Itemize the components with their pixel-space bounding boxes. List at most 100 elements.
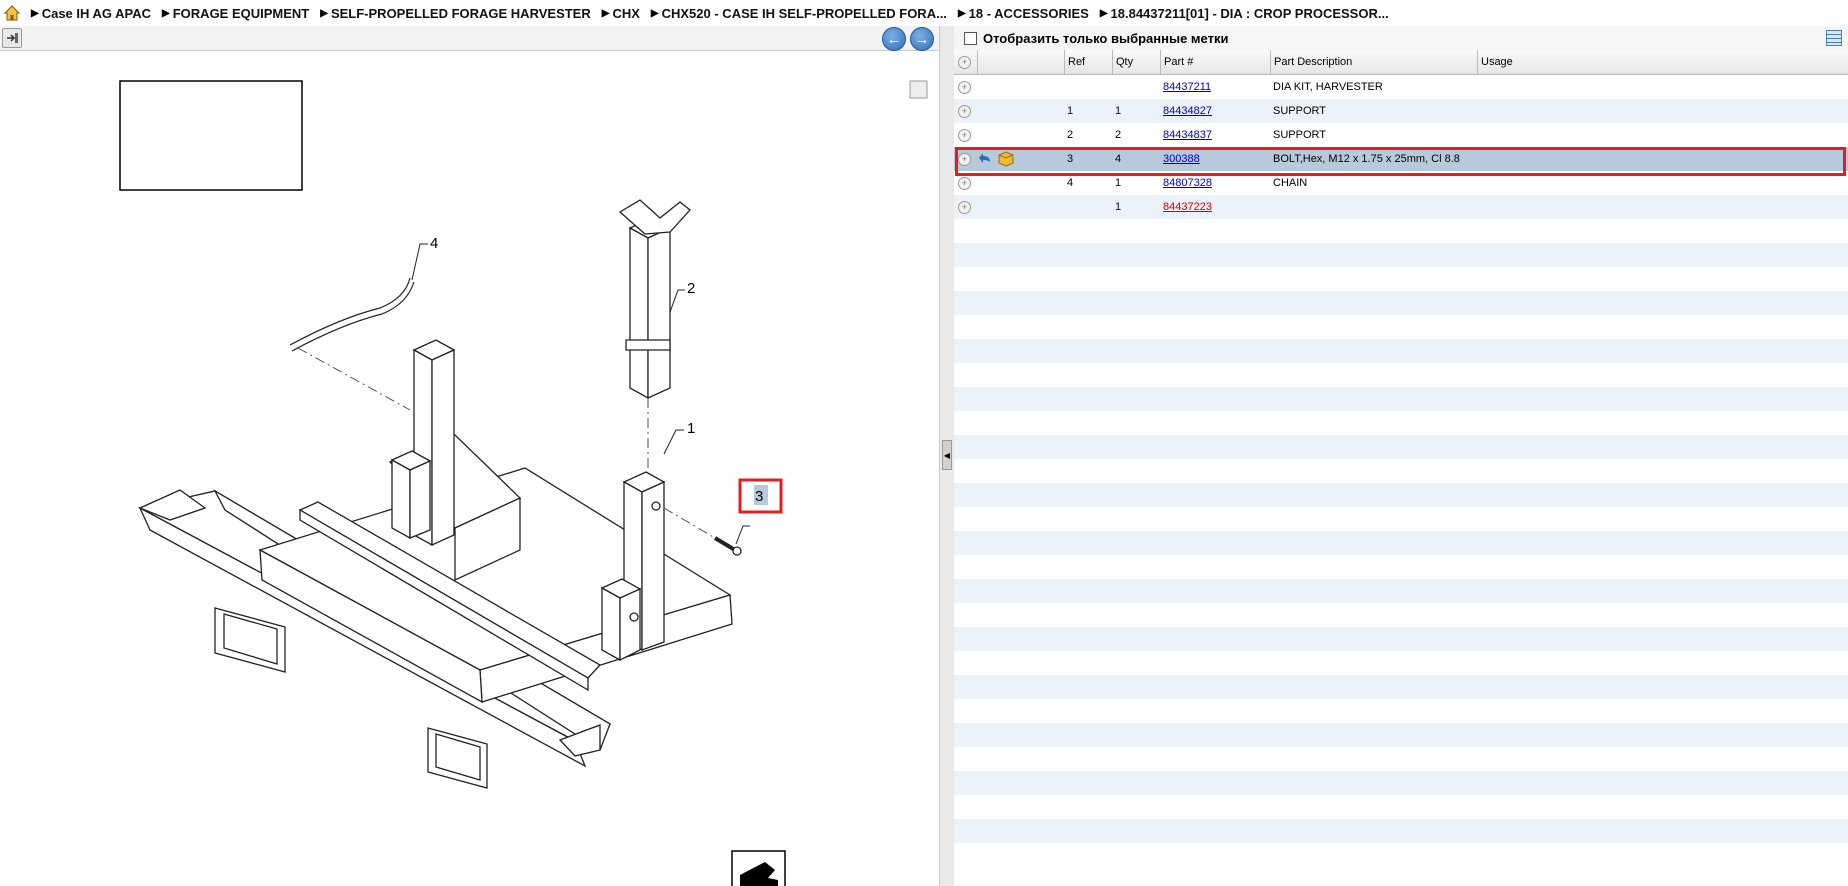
callout-1[interactable]: 1	[687, 420, 695, 437]
table-row[interactable]	[954, 579, 1848, 603]
list-view-icon[interactable]	[1826, 30, 1842, 46]
filter-bar: Отобразить только выбранные метки	[954, 26, 1848, 51]
part-number-link[interactable]: 84437211	[1163, 81, 1211, 93]
breadcrumb-item[interactable]: ▶ Case IH AG APAC	[31, 6, 151, 21]
table-row[interactable]	[954, 411, 1848, 435]
table-row[interactable]	[954, 339, 1848, 363]
thumbnail-frame[interactable]	[119, 80, 303, 191]
next-button[interactable]: →	[910, 27, 934, 51]
table-row[interactable]	[954, 675, 1848, 699]
description-header[interactable]: Part Description	[1270, 50, 1477, 74]
description-cell	[1270, 195, 1477, 219]
table-row[interactable]	[954, 603, 1848, 627]
table-row[interactable]	[954, 363, 1848, 387]
table-row[interactable]	[954, 699, 1848, 723]
qty-cell: 1	[1115, 177, 1122, 189]
part-number-link[interactable]: 84807328	[1163, 177, 1212, 189]
ref-header[interactable]: Ref	[1064, 50, 1112, 74]
select-all-header[interactable]: +	[954, 50, 977, 74]
table-row[interactable]: +1 84437223	[954, 195, 1848, 219]
qty-header[interactable]: Qty	[1112, 50, 1160, 74]
chevron-left-icon: ◀	[943, 450, 951, 460]
fit-button[interactable]	[909, 80, 928, 99]
table-row[interactable]	[954, 627, 1848, 651]
diagram-panel: ← → 4 2 1 3	[0, 26, 939, 886]
table-row[interactable]	[954, 555, 1848, 579]
add-icon[interactable]: +	[958, 105, 971, 118]
table-row[interactable]	[954, 723, 1848, 747]
collapse-handle[interactable]: ◀	[942, 440, 952, 470]
table-row[interactable]	[954, 795, 1848, 819]
arrow-right-icon: ▶	[162, 7, 170, 19]
qty-cell: 4	[1115, 153, 1122, 165]
breadcrumb-item[interactable]: ▶ 18.84437211[01] - DIA : CROP PROCESSOR.…	[1100, 6, 1389, 21]
table-row[interactable]	[954, 483, 1848, 507]
callout-2[interactable]: 2	[687, 280, 695, 297]
back-arrow-icon[interactable]	[978, 152, 992, 166]
description-cell: SUPPORT	[1273, 105, 1326, 117]
add-icon[interactable]: +	[958, 177, 971, 190]
table-row[interactable]	[954, 507, 1848, 531]
add-icon[interactable]: +	[958, 153, 971, 166]
table-row[interactable]	[954, 387, 1848, 411]
arrow-right-icon: ▶	[1099, 7, 1108, 19]
part-number-link[interactable]: 84437223	[1163, 201, 1212, 213]
arrow-right-icon: →	[914, 30, 930, 48]
parts-table: + Ref Qty Part # Part Description Usage …	[954, 50, 1848, 867]
home-icon[interactable]	[3, 4, 21, 22]
description-cell: DIA KIT, HARVESTER	[1273, 81, 1383, 93]
breadcrumb-item[interactable]: ▶ SELF-PROPELLED FORAGE HARVESTER	[320, 6, 591, 21]
usage-cell	[1477, 147, 1848, 171]
export-button[interactable]	[2, 28, 22, 48]
table-row[interactable]	[954, 531, 1848, 555]
table-row[interactable]	[954, 459, 1848, 483]
table-row[interactable]	[954, 747, 1848, 771]
breadcrumb-item[interactable]: ▶ 18 - ACCESSORIES	[958, 6, 1089, 21]
qty-cell: 1	[1115, 201, 1122, 213]
table-row[interactable]	[954, 291, 1848, 315]
usage-cell	[1477, 171, 1848, 195]
table-row[interactable]	[954, 243, 1848, 267]
panel-splitter[interactable]: ◀	[939, 26, 955, 886]
part-number-header[interactable]: Part #	[1160, 50, 1270, 74]
add-icon[interactable]: +	[958, 81, 971, 94]
table-row[interactable]: +4 1 84807328 CHAIN	[954, 171, 1848, 195]
add-icon[interactable]: +	[958, 129, 971, 142]
table-row[interactable]	[954, 819, 1848, 843]
table-header: + Ref Qty Part # Part Description Usage	[954, 50, 1848, 75]
breadcrumb-item[interactable]: ▶ FORAGE EQUIPMENT	[162, 6, 309, 21]
table-body: +84437211 DIA KIT, HARVESTER +1 1 84434827 SU…	[954, 75, 1848, 867]
part-number-link[interactable]: 300388	[1163, 153, 1200, 165]
breadcrumb-item[interactable]: ▶ CHX	[602, 6, 640, 21]
breadcrumb-item[interactable]: ▶ CHX520 - CASE IH SELF-PROPELLED FORA...	[651, 6, 947, 21]
part-number-link[interactable]: 84434827	[1163, 105, 1212, 117]
arrow-right-icon: ▶	[31, 7, 39, 19]
breadcrumb: ▶ Case IH AG APAC ▶ FORAGE EQUIPMENT ▶ SELF…	[0, 0, 1848, 26]
table-row[interactable]: +1 1 84434827 SUPPORT	[954, 99, 1848, 123]
diagram-toolbar: ← →	[0, 26, 939, 51]
part-number-link[interactable]: 84434837	[1163, 129, 1212, 141]
callout-4[interactable]: 4	[430, 235, 438, 252]
table-row[interactable]	[954, 651, 1848, 675]
usage-header[interactable]: Usage	[1477, 50, 1848, 74]
table-row[interactable]: +2 2 84434837 SUPPORT	[954, 123, 1848, 147]
table-row[interactable]	[954, 219, 1848, 243]
callout-3[interactable]: 3	[755, 488, 763, 505]
parts-diagram[interactable]: 4 2 1 3	[0, 50, 939, 886]
export-diagram-button[interactable]	[731, 850, 786, 886]
table-row[interactable]	[954, 267, 1848, 291]
table-row[interactable]	[954, 843, 1848, 867]
filter-label[interactable]: Отобразить только выбранные метки	[983, 31, 1228, 46]
add-icon[interactable]: +	[958, 201, 971, 214]
table-row[interactable]	[954, 435, 1848, 459]
ref-cell: 3	[1067, 153, 1074, 165]
table-row[interactable]: +3 4 300388 BOLT,Hex, M12 x 1.75 x 25mm, Cl…	[954, 147, 1848, 171]
table-row[interactable]	[954, 315, 1848, 339]
add-icon: +	[958, 56, 971, 69]
table-row[interactable]	[954, 771, 1848, 795]
previous-button[interactable]: ←	[882, 27, 906, 51]
table-row[interactable]: +84437211 DIA KIT, HARVESTER	[954, 75, 1848, 99]
package-icon[interactable]	[998, 151, 1014, 167]
qty-cell: 2	[1115, 129, 1122, 141]
filter-checkbox[interactable]	[964, 31, 977, 45]
